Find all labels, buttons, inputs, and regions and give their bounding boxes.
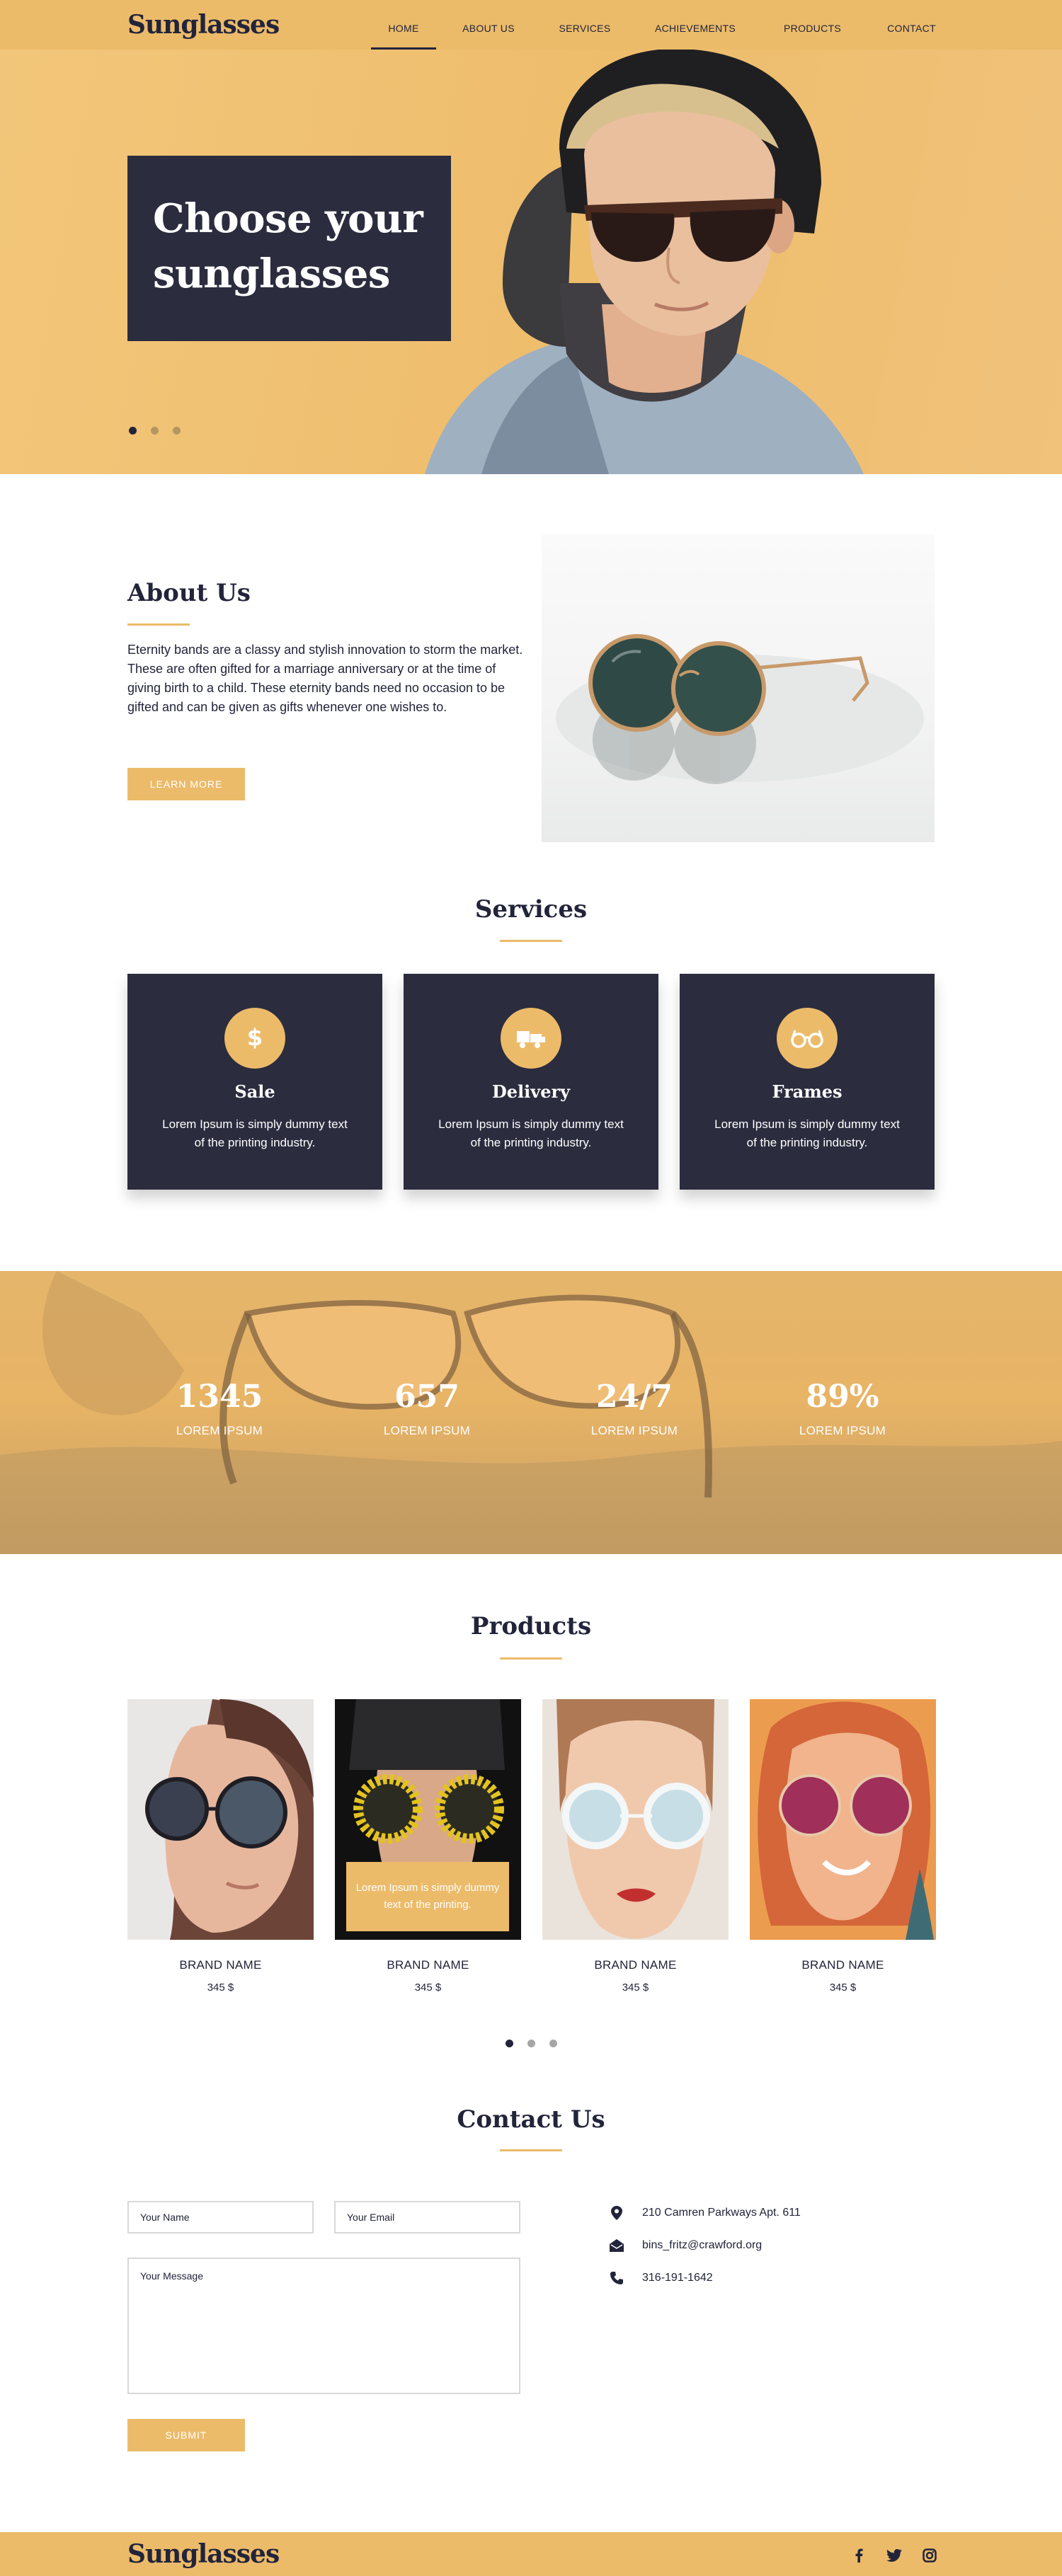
stat-item: 657 LOREM IPSUM: [356, 1377, 498, 1438]
hero-title-box: Choose your sunglasses: [127, 156, 451, 341]
product-overlay-text: Lorem Ipsum is simply dummy text of the …: [346, 1862, 509, 1931]
product-price: 345 $: [414, 1982, 442, 1994]
stat-item: 24/7 LOREM IPSUM: [564, 1377, 705, 1438]
envelope-icon: [609, 2238, 624, 2253]
dollar-icon: $: [224, 1008, 285, 1069]
hero-title-line-2: sunglasses: [153, 251, 390, 297]
hero-banner: Choose your sunglasses: [0, 50, 1062, 474]
stat-label: LOREM IPSUM: [799, 1424, 886, 1437]
facebook-icon[interactable]: [851, 2548, 867, 2563]
products-page-dot-2[interactable]: [527, 2040, 535, 2047]
contact-heading: Contact Us: [457, 2105, 605, 2134]
service-title: Delivery: [491, 1081, 571, 1102]
stat-label: LOREM IPSUM: [590, 1424, 678, 1437]
service-title: Sale: [234, 1081, 275, 1102]
stat-value: 1345: [176, 1379, 263, 1415]
hero-slider-dots: [129, 427, 181, 435]
nav-home[interactable]: HOME: [371, 0, 436, 50]
learn-more-button[interactable]: LEARN MORE: [127, 768, 245, 800]
product-image-1[interactable]: [127, 1699, 314, 1940]
contact-phone: 316-191-1642: [609, 2270, 713, 2286]
instagram-icon[interactable]: [922, 2548, 937, 2563]
about-text: Eternity bands are a classy and stylish …: [127, 643, 523, 714]
achievements-section: 1345 LOREM IPSUM 657 LOREM IPSUM 24/7 LO…: [0, 1271, 1062, 1554]
product-price: 345 $: [622, 1982, 649, 1994]
nav-about-us[interactable]: ABOUT US: [453, 0, 524, 50]
contact-address: 210 Camren Parkways Apt. 611: [609, 2205, 801, 2221]
message-field[interactable]: [127, 2258, 520, 2394]
stat-label: LOREM IPSUM: [176, 1424, 263, 1437]
contact-address-text: 210 Camren Parkways Apt. 611: [642, 2207, 801, 2219]
hero-slide-dot-2[interactable]: [151, 427, 159, 435]
map-pin-icon: [609, 2205, 624, 2221]
products-heading: Products: [470, 1612, 592, 1640]
products-heading-underline: [500, 1657, 562, 1660]
hero-slide-dot-3[interactable]: [173, 427, 181, 435]
name-field[interactable]: [127, 2201, 314, 2233]
service-text: Lorem Ipsum is simply dummy text of the …: [162, 1117, 348, 1149]
stat-label: LOREM IPSUM: [383, 1424, 471, 1437]
nav-achievements[interactable]: ACHIEVEMENTS: [646, 0, 745, 50]
products-page-dot-3[interactable]: [549, 2040, 557, 2047]
product-price: 345 $: [829, 1982, 857, 1994]
stat-item: 1345 LOREM IPSUM: [149, 1377, 290, 1438]
service-text: Lorem Ipsum is simply dummy text of the …: [438, 1117, 624, 1149]
contact-phone-text[interactable]: 316-191-1642: [642, 2272, 713, 2284]
service-title: Frames: [772, 1081, 843, 1102]
product-name[interactable]: BRAND NAME: [542, 1958, 729, 1972]
product-image-3[interactable]: [542, 1699, 729, 1940]
service-card-delivery[interactable]: Delivery Lorem Ipsum is simply dummy tex…: [404, 974, 658, 1190]
product-name[interactable]: BRAND NAME: [335, 1958, 521, 1972]
service-card-frames[interactable]: Frames Lorem Ipsum is simply dummy text …: [680, 974, 935, 1190]
services-heading-underline: [500, 940, 562, 942]
stat-item: 89% LOREM IPSUM: [772, 1377, 913, 1438]
about-sunglasses-image: [542, 534, 935, 842]
products-page-dot-1[interactable]: [506, 2040, 513, 2047]
about-heading: About Us: [127, 579, 251, 607]
submit-button[interactable]: SUBMIT: [127, 2419, 245, 2451]
top-navbar: Sunglasses HOME ABOUT US SERVICES ACHIEV…: [0, 0, 1062, 50]
product-image-4[interactable]: [750, 1699, 936, 1940]
product-name[interactable]: BRAND NAME: [127, 1958, 314, 1972]
services-heading: Services: [474, 895, 588, 924]
stat-value: 89%: [806, 1379, 879, 1415]
product-name[interactable]: BRAND NAME: [750, 1958, 936, 1972]
svg-text:$: $: [247, 1024, 263, 1051]
brand-logo[interactable]: Sunglasses: [127, 10, 280, 40]
hero-slide-dot-1[interactable]: [129, 427, 137, 435]
contact-heading-underline: [500, 2149, 562, 2151]
products-slider-dots: [506, 2040, 557, 2047]
stat-value: 657: [394, 1379, 459, 1415]
glasses-icon: [777, 1008, 838, 1069]
hero-title-line-1: Choose your: [153, 195, 423, 242]
product-price: 345 $: [207, 1982, 234, 1994]
contact-email: bins_fritz@crawford.org: [609, 2238, 762, 2253]
about-heading-underline: [127, 623, 190, 626]
truck-icon: [501, 1008, 561, 1069]
contact-email-text[interactable]: bins_fritz@crawford.org: [642, 2239, 762, 2252]
footer-brand-logo[interactable]: Sunglasses: [127, 2539, 280, 2569]
service-card-sale[interactable]: $ Sale Lorem Ipsum is simply dummy text …: [127, 974, 382, 1190]
nav-services[interactable]: SERVICES: [551, 0, 619, 50]
hero-model-image: [425, 50, 864, 474]
nav-contact[interactable]: CONTACT: [878, 0, 945, 50]
twitter-icon[interactable]: [886, 2548, 902, 2563]
footer: Sunglasses: [0, 2532, 1062, 2576]
service-text: Lorem Ipsum is simply dummy text of the …: [714, 1117, 900, 1149]
phone-icon: [609, 2270, 624, 2286]
stat-value: 24/7: [596, 1379, 673, 1415]
nav-products[interactable]: PRODUCTS: [775, 0, 850, 50]
email-field[interactable]: [334, 2201, 520, 2233]
product-image-2[interactable]: Lorem Ipsum is simply dummy text of the …: [335, 1699, 521, 1940]
